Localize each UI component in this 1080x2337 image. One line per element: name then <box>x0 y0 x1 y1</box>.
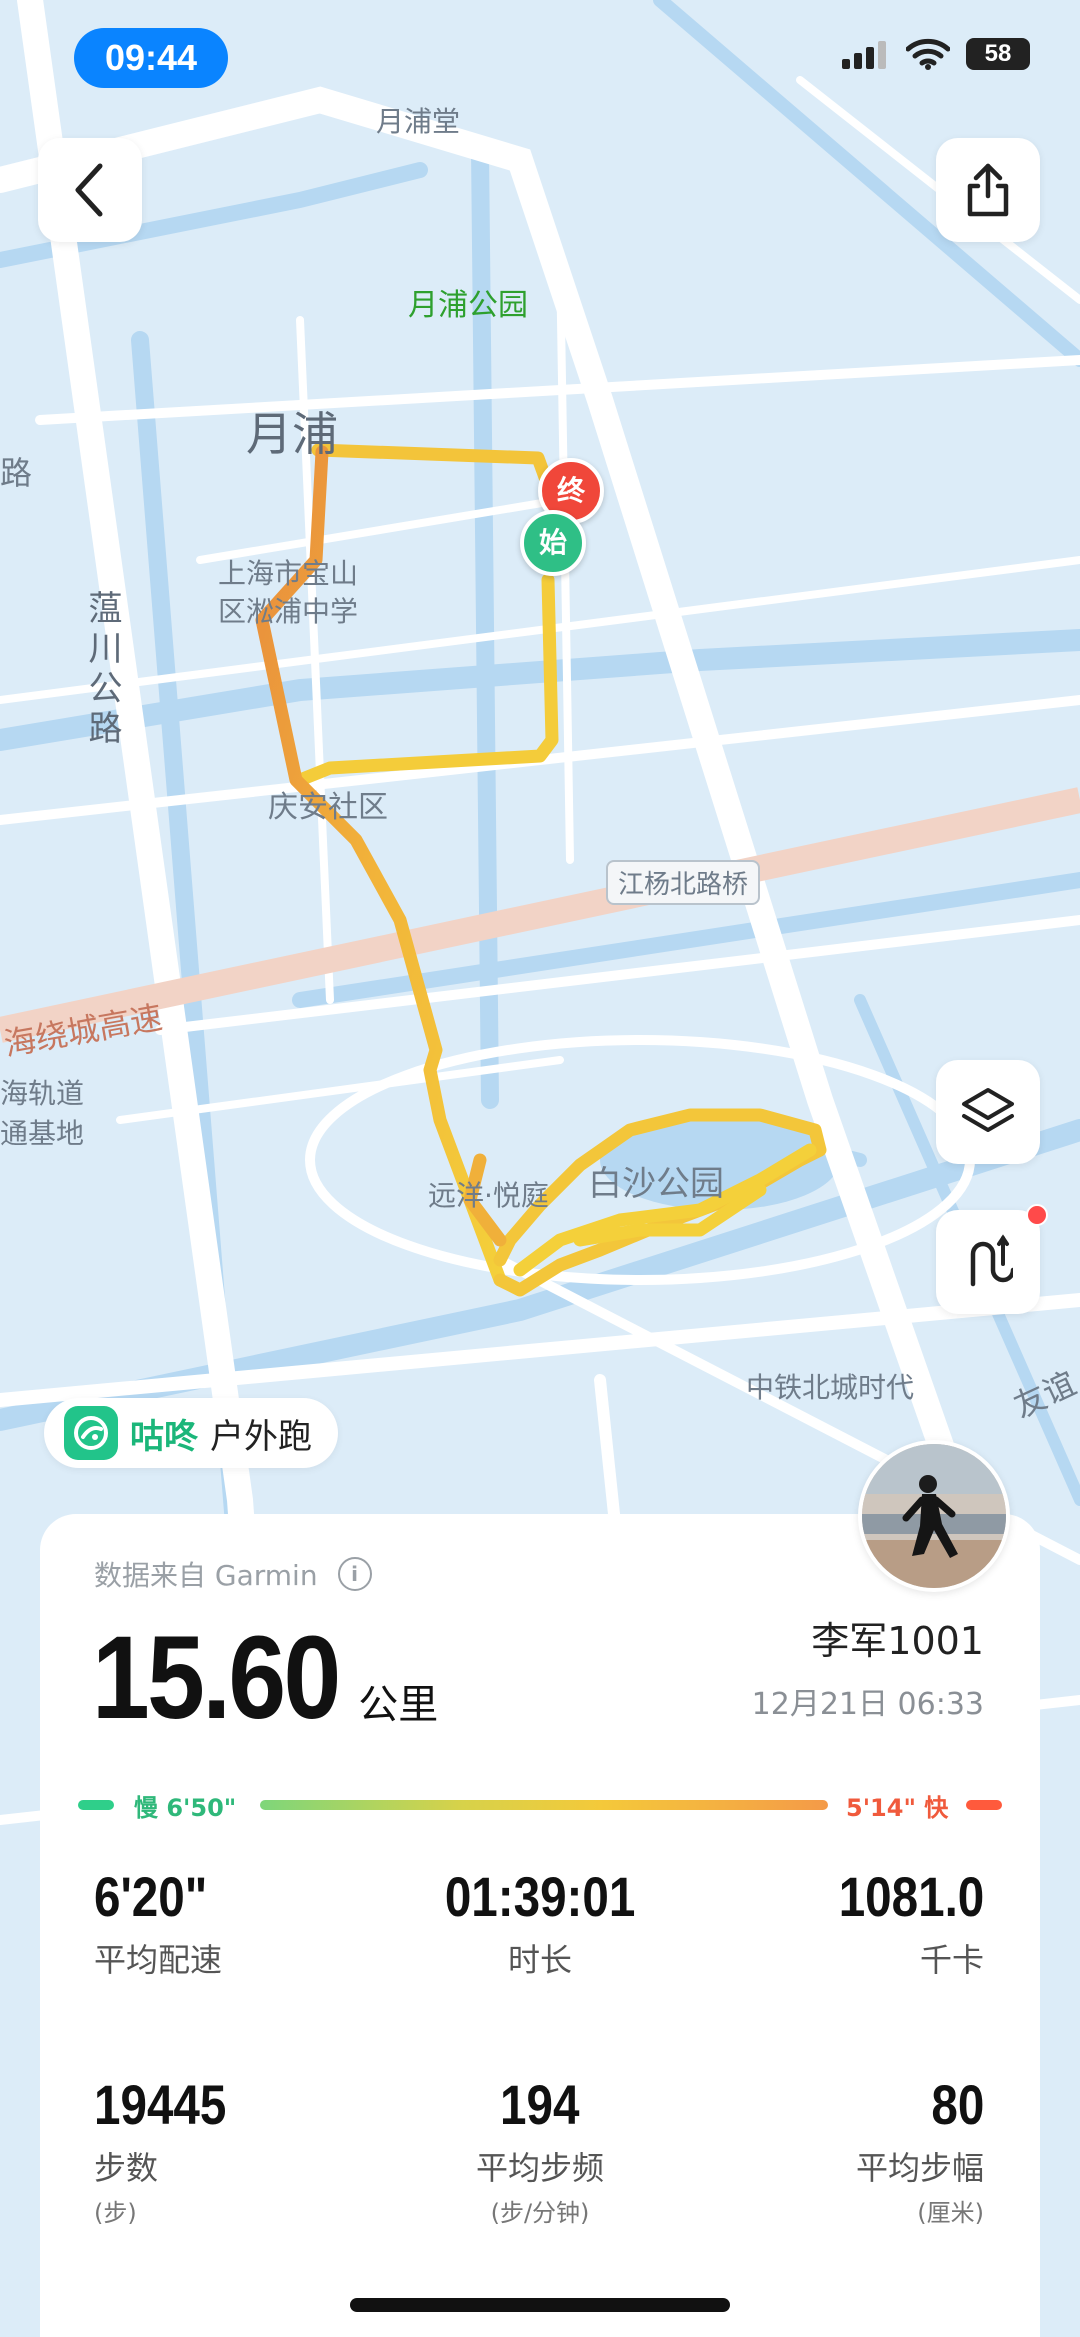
metric-label: 时长 <box>507 1941 572 1979</box>
data-source: 数据来自 Garmin i <box>94 1554 372 1594</box>
metric-unit: (厘米) <box>917 2199 984 2227</box>
share-button[interactable] <box>936 138 1040 242</box>
metric-label: 步数 <box>94 2149 159 2187</box>
pace-fast-label: 5'14" 快 <box>846 1794 949 1822</box>
metric-cadence: 194 平均步频 (步/分钟) <box>390 2072 690 2228</box>
map-label-bridge: 江杨北路桥 <box>606 860 761 905</box>
metric-calories: 1081.0 千卡 <box>684 1864 984 1981</box>
user-info: 李军1001 12月21日 06:33 <box>752 1610 984 1723</box>
route-path-icon <box>970 1234 1013 1287</box>
pace-slow-label: 慢 6'50" <box>134 1794 237 1822</box>
route-replay-button[interactable] <box>936 1204 1048 1314</box>
metric-value: 19445 <box>94 2073 227 2136</box>
cellular-signal-icon <box>842 41 886 69</box>
home-indicator[interactable] <box>350 2298 730 2312</box>
map-label-road-left: 路 <box>0 454 33 492</box>
metric-label: 千卡 <box>919 1941 984 1979</box>
app-name: 咕咚 <box>130 1416 198 1457</box>
battery-indicator: 58 <box>966 38 1030 70</box>
map-layers-button[interactable] <box>936 1060 1040 1164</box>
metric-value: 6'20" <box>94 1865 208 1928</box>
info-icon[interactable]: i <box>337 1557 372 1591</box>
status-icons: 58 <box>842 38 1030 70</box>
map-label-metro-line1: 海轨道 <box>0 1077 85 1110</box>
metric-steps: 19445 步数 (步) <box>94 2072 394 2228</box>
layers-icon <box>962 1088 1014 1132</box>
pace-legend: 慢 6'50" 5'14" 快 <box>78 1786 1002 1826</box>
metric-value: 01:39:01 <box>444 1865 636 1928</box>
pace-fast-swatch <box>966 1800 1002 1810</box>
notification-dot <box>1026 1204 1048 1226</box>
share-icon <box>967 163 1009 217</box>
metric-stride: 80 平均步幅 (厘米) <box>684 2072 984 2228</box>
map-label-yuepu: 月浦 <box>246 407 338 461</box>
pace-gradient-bar <box>260 1800 828 1810</box>
run-date: 12月21日 06:33 <box>751 1687 984 1722</box>
map-label-school-line1: 上海市宝山 <box>218 557 359 590</box>
route-start-marker: 始 <box>520 510 586 576</box>
runner-photo <box>862 1444 1006 1588</box>
map-label-metro-line2: 通基地 <box>0 1117 85 1150</box>
app-source-badge[interactable]: 咕咚 户外跑 <box>44 1398 338 1468</box>
activity-type: 户外跑 <box>210 1416 312 1457</box>
map-label-qingan: 庆安社区 <box>268 790 388 825</box>
distance-value: 15.60 <box>92 1612 341 1744</box>
metric-unit: (步) <box>94 2199 137 2227</box>
metric-avg-pace: 6'20" 平均配速 <box>94 1864 394 1981</box>
codoon-logo-icon <box>64 1406 118 1460</box>
status-time[interactable]: 09:44 <box>74 28 228 88</box>
avatar[interactable] <box>858 1440 1010 1592</box>
pace-slow-swatch <box>78 1800 114 1810</box>
map-label-yuepu-hall: 月浦堂 <box>376 105 461 138</box>
metric-unit: (步/分钟) <box>490 2199 590 2227</box>
map-label-zhongtie: 中铁北城时代 <box>746 1371 915 1404</box>
back-button[interactable] <box>38 138 142 242</box>
distance-unit: 公里 <box>358 1682 439 1728</box>
distance: 15.60 公里 <box>92 1610 438 1746</box>
map-label-yuepu-park: 月浦公园 <box>408 288 528 323</box>
metric-value: 80 <box>931 2073 984 2136</box>
run-summary-card: 数据来自 Garmin i 15.60 公里 李军1001 12月21日 06:… <box>40 1514 1040 2337</box>
map-label-wenchuan-road: 蕰川公路 <box>82 590 122 750</box>
wifi-icon <box>906 38 950 70</box>
metric-value: 194 <box>500 2073 580 2136</box>
map-label-school-line2: 区淞浦中学 <box>218 595 359 628</box>
metric-label: 平均步幅 <box>855 2149 984 2187</box>
map-label-baisha-park: 白沙公园 <box>588 1164 724 1204</box>
chevron-left-icon <box>75 163 103 217</box>
metric-duration: 01:39:01 时长 <box>390 1864 690 1981</box>
metric-value: 1081.0 <box>838 1865 984 1928</box>
user-name[interactable]: 李军1001 <box>752 1610 984 1665</box>
data-source-text: 数据来自 Garmin <box>94 1559 318 1592</box>
metric-label: 平均配速 <box>94 1941 223 1979</box>
status-bar: 09:44 58 <box>0 28 1080 92</box>
metric-label: 平均步频 <box>475 2149 604 2187</box>
map-label-yuanyang: 远洋·悦庭 <box>428 1179 549 1212</box>
